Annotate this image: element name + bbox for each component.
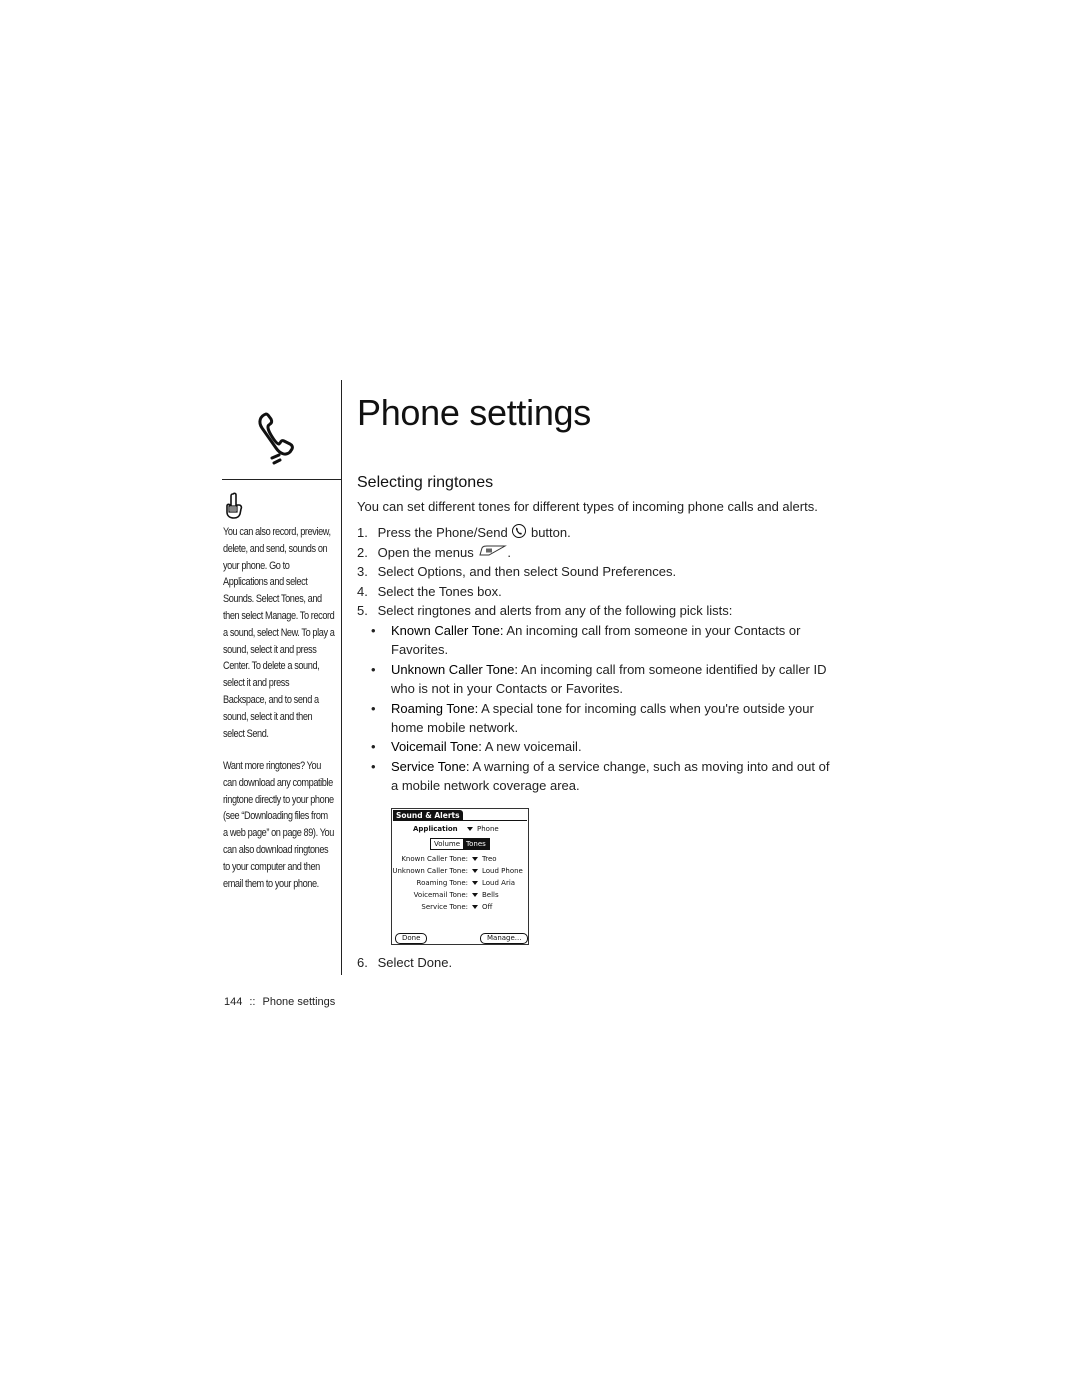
volume-tones-toggle: Volume Tones (430, 838, 490, 850)
step-2: 2. Open the menus . (357, 543, 837, 563)
bullet-service-tone: • Service Tone: A warning of a service c… (371, 758, 830, 794)
tone-picker[interactable]: Treo (472, 853, 497, 865)
section-title: Selecting ringtones (357, 474, 494, 491)
manage-button[interactable]: Manage... (480, 933, 529, 944)
bullet-unknown-caller-tone: • Unknown Caller Tone: An incoming call … (371, 661, 827, 697)
sidebar-note-record-sounds: You can also record, preview, delete, an… (223, 526, 335, 740)
tone-row-unknown-caller: Unknown Caller Tone: Loud Phone (392, 865, 523, 877)
sound-alerts-screenshot: Sound & Alerts Application Phone Volume … (391, 808, 529, 945)
dropdown-triangle-icon (472, 893, 478, 897)
dropdown-triangle-icon (472, 905, 478, 909)
tone-row-voicemail: Voicemail Tone: Bells (413, 889, 499, 901)
tone-row-roaming: Roaming Tone: Loud Aria (416, 877, 516, 889)
phone-chapter-icon (254, 408, 298, 468)
tone-row-known-caller: Known Caller Tone: Treo (401, 853, 497, 865)
tone-picker[interactable]: Bells (472, 889, 499, 901)
column-divider (341, 380, 342, 975)
tone-picker[interactable]: Loud Phone (472, 865, 523, 877)
page-title: Phone settings (357, 392, 591, 433)
bullet-roaming-tone: • Roaming Tone: A special tone for incom… (371, 700, 814, 736)
done-button[interactable]: Done (395, 933, 428, 944)
step-1: 1. Press the Phone/Send button. (357, 523, 837, 543)
menu-button-icon (477, 543, 508, 563)
application-picker[interactable]: Phone (467, 825, 499, 833)
tone-pick-lists: Known Caller Tone: Treo Unknown Caller T… (392, 853, 528, 913)
page-number: 144 (224, 996, 243, 1008)
steps-list: 1. Press the Phone/Send button. 2. Open … (357, 523, 837, 621)
dropdown-triangle-icon (472, 869, 478, 873)
application-label: Application (413, 825, 458, 833)
footer-separator: :: (249, 996, 256, 1008)
tab-tones[interactable]: Tones (463, 839, 489, 849)
dropdown-triangle-icon (467, 827, 473, 831)
bullet-known-caller-tone: • Known Caller Tone: An incoming call fr… (371, 623, 801, 658)
tone-picker[interactable]: Loud Aria (472, 877, 515, 889)
sidebar-divider (222, 479, 342, 480)
step-6: 6. Select Done. (357, 955, 453, 970)
dropdown-triangle-icon (472, 881, 478, 885)
phone-send-button-icon (511, 523, 527, 545)
step-4: 4. Select the Tones box. (357, 583, 502, 599)
pointing-hand-tip-icon (224, 492, 244, 520)
pick-list-bullets: • Known Caller Tone: An incoming call fr… (371, 621, 831, 796)
step-5: 5. Select ringtones and alerts from any … (357, 603, 733, 619)
intro-text: You can set different tones for differen… (357, 499, 818, 514)
footer-section: Phone settings (262, 996, 336, 1008)
step-3: 3. Select Options, and then select Sound… (357, 564, 677, 580)
tone-picker[interactable]: Off (472, 901, 492, 913)
dropdown-triangle-icon (472, 857, 478, 861)
page-footer: 144:: Phone settings (224, 996, 335, 1008)
tab-volume[interactable]: Volume (431, 839, 463, 849)
bullet-voicemail-tone: • Voicemail Tone: A new voicemail. (371, 739, 582, 755)
tone-row-service: Service Tone: Off (421, 901, 493, 913)
sidebar-note-more-ringtones: Want more ringtones? You can download an… (223, 760, 334, 890)
